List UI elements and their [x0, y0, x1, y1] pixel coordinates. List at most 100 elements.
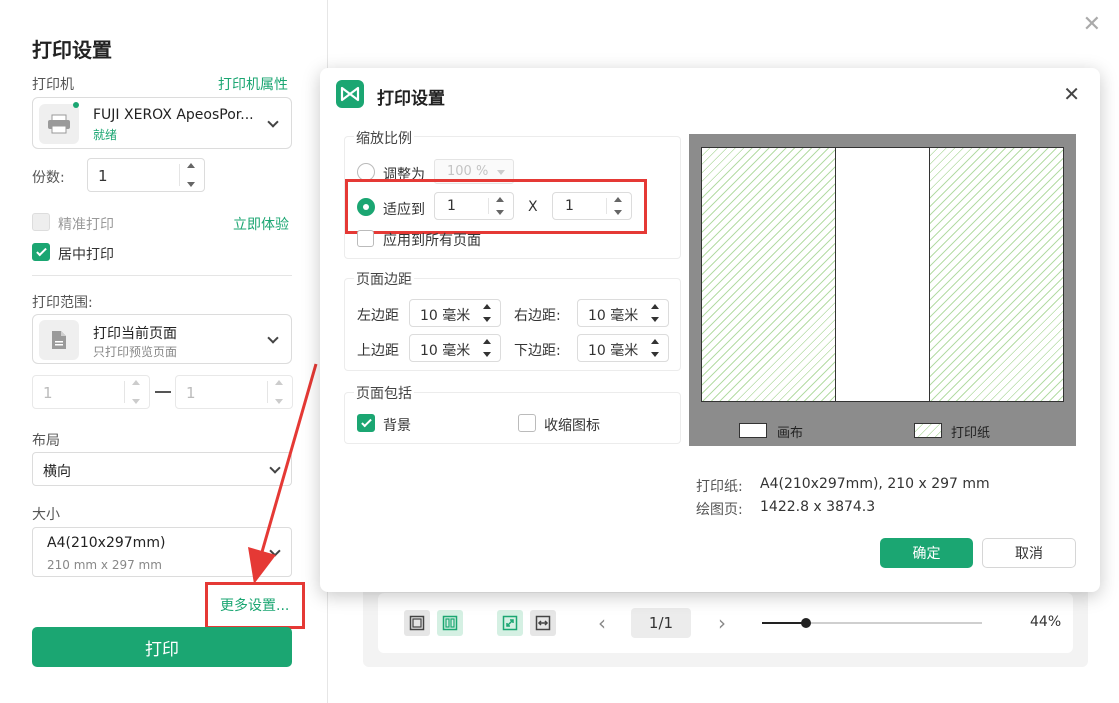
size-label: 大小: [32, 507, 60, 523]
paper-info-value: A4(210x297mm), 210 x 297 mm: [760, 476, 990, 492]
printer-status: 就绪: [93, 128, 118, 142]
chevron-down-icon: [267, 116, 279, 128]
printer-properties-link[interactable]: 打印机属性: [218, 74, 288, 94]
print-settings-panel: 打印设置 打印机 打印机属性 FUJI XEROX ApeosPor... 就绪…: [0, 0, 328, 703]
left-margin-label: 左边距: [357, 308, 399, 324]
increment-icon[interactable]: [651, 304, 659, 309]
apply-all-pages-checkbox[interactable]: [357, 230, 374, 247]
legend-paper-swatch: [914, 423, 942, 438]
fit-y-stepper[interactable]: 1: [552, 192, 632, 220]
background-checkbox[interactable]: [357, 414, 375, 432]
paper-area-right: [929, 148, 1063, 401]
layout-label: 布局: [32, 433, 60, 449]
printer-name: FUJI XEROX ApeosPor...: [93, 107, 254, 123]
divider: [32, 275, 292, 276]
chevron-down-icon: [267, 332, 279, 344]
panel-title: 打印设置: [32, 38, 112, 62]
cancel-button[interactable]: 取消: [982, 538, 1076, 568]
range-dash: [155, 391, 171, 393]
collapse-icons-checkbox[interactable]: [518, 414, 536, 432]
printer-select[interactable]: FUJI XEROX ApeosPor... 就绪: [32, 97, 292, 149]
bottom-margin-value: 10 毫米: [588, 343, 639, 359]
increment-icon[interactable]: [483, 339, 491, 344]
increment-icon[interactable]: [187, 163, 195, 168]
decrement-icon[interactable]: [132, 399, 140, 404]
print-settings-dialog: 打印设置 ✕ 缩放比例 调整为 100 % 适应到 1 X 1 应用到所有页面 …: [320, 68, 1100, 592]
top-margin-stepper[interactable]: 10 毫米: [409, 334, 501, 362]
precise-print-label: 精准打印: [58, 217, 114, 233]
fit-to-label: 适应到: [383, 202, 425, 218]
decrement-icon[interactable]: [483, 352, 491, 357]
page-indicator[interactable]: 1/1: [631, 608, 691, 638]
increment-icon[interactable]: [614, 197, 622, 202]
paper-area-left: [702, 148, 836, 401]
paper-info-label: 打印纸:: [696, 479, 743, 495]
increment-icon[interactable]: [651, 339, 659, 344]
printer-label: 打印机: [32, 77, 74, 93]
decrement-icon[interactable]: [483, 317, 491, 322]
next-page-icon[interactable]: ›: [718, 611, 726, 635]
app-logo-icon: [336, 80, 364, 108]
background-label: 背景: [383, 418, 411, 434]
decrement-icon[interactable]: [496, 210, 504, 215]
size-title: A4(210x297mm): [47, 535, 166, 551]
size-subtitle: 210 mm x 297 mm: [47, 558, 162, 572]
fit-width-icon[interactable]: [530, 610, 556, 636]
increment-icon[interactable]: [483, 304, 491, 309]
range-to-value: 1: [186, 384, 196, 402]
fit-x-stepper[interactable]: 1: [434, 192, 514, 220]
decrement-icon[interactable]: [614, 210, 622, 215]
precise-print-checkbox[interactable]: [32, 213, 50, 231]
increment-icon[interactable]: [132, 380, 140, 385]
center-print-checkbox[interactable]: [32, 243, 50, 261]
right-margin-stepper[interactable]: 10 毫米: [577, 299, 669, 327]
preview-toolbar: ‹ 1/1 › 44%: [378, 593, 1073, 653]
zoom-slider-handle[interactable]: [801, 618, 811, 628]
zoom-slider-fill: [762, 622, 806, 624]
top-margin-value: 10 毫米: [420, 343, 471, 359]
bottom-margin-stepper[interactable]: 10 毫米: [577, 334, 669, 362]
layout-value: 横向: [43, 464, 71, 480]
range-from-stepper[interactable]: 1: [32, 375, 150, 409]
fit-to-radio[interactable]: [357, 198, 375, 216]
print-button[interactable]: 打印: [32, 627, 292, 667]
right-margin-value: 10 毫米: [588, 308, 639, 324]
apply-all-pages-label: 应用到所有页面: [383, 233, 481, 249]
printer-icon: [39, 104, 79, 144]
center-print-label: 居中打印: [58, 247, 114, 263]
fit-page-icon[interactable]: [497, 610, 523, 636]
page-preview: 画布 打印纸: [689, 134, 1076, 446]
bottom-margin-label: 下边距:: [514, 343, 561, 359]
double-page-view-icon[interactable]: [437, 610, 463, 636]
scale-section-title: 缩放比例: [354, 128, 414, 148]
decrement-icon[interactable]: [187, 182, 195, 187]
red-arrow-annotation: [248, 363, 318, 584]
close-icon[interactable]: ✕: [1063, 82, 1080, 106]
top-margin-label: 上边距: [357, 343, 399, 359]
print-range-select[interactable]: 打印当前页面 只打印预览页面: [32, 314, 292, 364]
ok-button[interactable]: 确定: [880, 538, 973, 568]
single-page-view-icon[interactable]: [404, 610, 430, 636]
copies-stepper[interactable]: 1: [87, 158, 205, 192]
range-title: 打印当前页面: [93, 326, 177, 342]
range-label: 打印范围:: [32, 295, 93, 311]
legend-canvas-swatch: [739, 423, 767, 438]
range-subtitle: 只打印预览页面: [93, 345, 178, 359]
fit-y-value: 1: [565, 198, 574, 214]
decrement-icon[interactable]: [651, 317, 659, 322]
decrement-icon[interactable]: [651, 352, 659, 357]
collapse-icons-label: 收缩图标: [544, 418, 600, 434]
try-now-link[interactable]: 立即体验: [233, 214, 289, 234]
left-margin-stepper[interactable]: 10 毫米: [409, 299, 501, 327]
more-settings-link[interactable]: 更多设置...: [220, 595, 289, 615]
printer-online-dot: [73, 102, 79, 108]
copies-value: 1: [98, 167, 108, 185]
increment-icon[interactable]: [496, 197, 504, 202]
drawing-page-value: 1422.8 x 3874.3: [760, 499, 876, 515]
legend-paper-label: 打印纸: [951, 426, 991, 441]
close-icon[interactable]: ✕: [1083, 12, 1101, 37]
preview-page: [701, 147, 1064, 402]
previous-page-icon[interactable]: ‹: [598, 611, 606, 635]
fit-x-value: 1: [447, 198, 456, 214]
chevron-down-icon: [497, 170, 505, 175]
